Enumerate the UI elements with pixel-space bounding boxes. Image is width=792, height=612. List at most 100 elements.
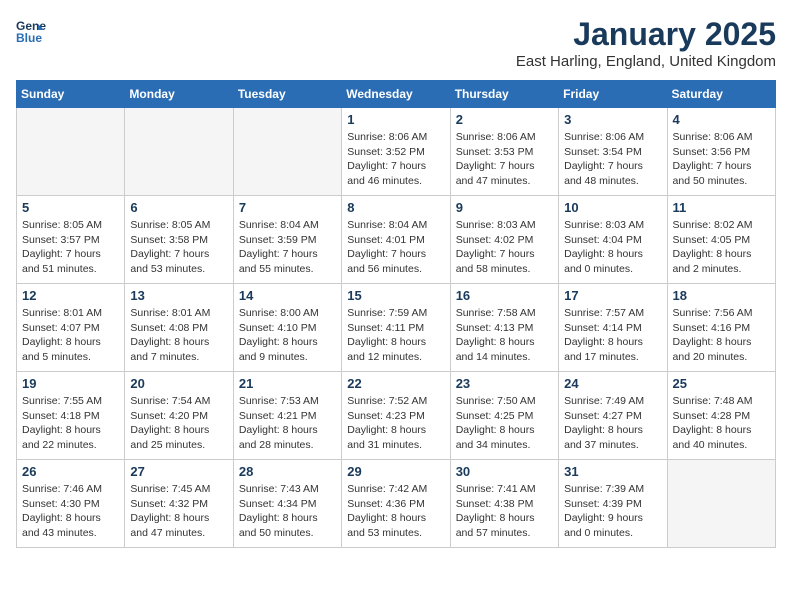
day-number: 18 bbox=[673, 288, 770, 303]
day-info: Sunrise: 8:05 AMSunset: 3:58 PMDaylight:… bbox=[130, 218, 227, 277]
week-row-1: 1 Sunrise: 8:06 AMSunset: 3:52 PMDaylight… bbox=[17, 108, 776, 196]
weekday-header-wednesday: Wednesday bbox=[342, 81, 450, 108]
calendar-cell: 19 Sunrise: 7:55 AMSunset: 4:18 PMDayligh… bbox=[17, 372, 125, 460]
day-number: 12 bbox=[22, 288, 119, 303]
calendar: SundayMondayTuesdayWednesdayThursdayFrid… bbox=[16, 80, 776, 548]
calendar-cell: 18 Sunrise: 7:56 AMSunset: 4:16 PMDayligh… bbox=[667, 284, 775, 372]
day-number: 20 bbox=[130, 376, 227, 391]
day-info: Sunrise: 7:53 AMSunset: 4:21 PMDaylight:… bbox=[239, 394, 336, 453]
calendar-cell: 23Sunrise: 7:50 AMSunset: 4:25 PMDayligh… bbox=[450, 372, 558, 460]
day-info: Sunrise: 7:42 AMSunset: 4:36 PMDaylight:… bbox=[347, 482, 444, 541]
day-info: Sunrise: 7:45 AMSunset: 4:32 PMDaylight:… bbox=[130, 482, 227, 541]
day-info: Sunrise: 8:06 AMSunset: 3:52 PMDaylight:… bbox=[347, 130, 444, 189]
day-info: Sunrise: 8:03 AMSunset: 4:02 PMDaylight:… bbox=[456, 218, 553, 277]
calendar-cell: 6Sunrise: 8:05 AMSunset: 3:58 PMDaylight… bbox=[125, 196, 233, 284]
calendar-cell: 14Sunrise: 8:00 AMSunset: 4:10 PMDayligh… bbox=[233, 284, 341, 372]
day-info: Sunrise: 7:52 AMSunset: 4:23 PMDaylight:… bbox=[347, 394, 444, 453]
day-info: Sunrise: 8:01 AMSunset: 4:08 PMDaylight:… bbox=[130, 306, 227, 365]
day-info: Sunrise: 7:56 AMSunset: 4:16 PMDaylight:… bbox=[673, 306, 770, 365]
day-info: Sunrise: 7:58 AMSunset: 4:13 PMDaylight:… bbox=[456, 306, 553, 365]
week-row-4: 19 Sunrise: 7:55 AMSunset: 4:18 PMDayligh… bbox=[17, 372, 776, 460]
weekday-header-monday: Monday bbox=[125, 81, 233, 108]
calendar-cell: 5 Sunrise: 8:05 AMSunset: 3:57 PMDaylight… bbox=[17, 196, 125, 284]
calendar-cell: 8 Sunrise: 8:04 AMSunset: 4:01 PMDaylight… bbox=[342, 196, 450, 284]
calendar-cell: 12 Sunrise: 8:01 AMSunset: 4:07 PMDayligh… bbox=[17, 284, 125, 372]
calendar-cell: 16 Sunrise: 7:58 AMSunset: 4:13 PMDayligh… bbox=[450, 284, 558, 372]
calendar-cell: 22Sunrise: 7:52 AMSunset: 4:23 PMDayligh… bbox=[342, 372, 450, 460]
calendar-cell: 3 Sunrise: 8:06 AMSunset: 3:54 PMDaylight… bbox=[559, 108, 667, 196]
day-info: Sunrise: 8:02 AMSunset: 4:05 PMDaylight:… bbox=[673, 218, 770, 277]
week-row-5: 26Sunrise: 7:46 AMSunset: 4:30 PMDayligh… bbox=[17, 460, 776, 548]
day-number: 9 bbox=[456, 200, 553, 215]
calendar-cell: 17Sunrise: 7:57 AMSunset: 4:14 PMDayligh… bbox=[559, 284, 667, 372]
day-number: 26 bbox=[22, 464, 119, 479]
day-number: 31 bbox=[564, 464, 661, 479]
week-row-2: 5 Sunrise: 8:05 AMSunset: 3:57 PMDaylight… bbox=[17, 196, 776, 284]
calendar-cell: 25 Sunrise: 7:48 AMSunset: 4:28 PMDayligh… bbox=[667, 372, 775, 460]
day-info: Sunrise: 8:06 AMSunset: 3:54 PMDaylight:… bbox=[564, 130, 661, 189]
day-number: 14 bbox=[239, 288, 336, 303]
weekday-header-row: SundayMondayTuesdayWednesdayThursdayFrid… bbox=[17, 81, 776, 108]
header: General Blue January 2025 East Harling, … bbox=[16, 16, 776, 70]
calendar-cell: 9 Sunrise: 8:03 AMSunset: 4:02 PMDaylight… bbox=[450, 196, 558, 284]
day-info: Sunrise: 8:03 AMSunset: 4:04 PMDaylight:… bbox=[564, 218, 661, 277]
location-title: East Harling, England, United Kingdom bbox=[516, 53, 776, 70]
month-title: January 2025 bbox=[516, 16, 776, 53]
day-info: Sunrise: 7:43 AMSunset: 4:34 PMDaylight:… bbox=[239, 482, 336, 541]
day-number: 27 bbox=[130, 464, 227, 479]
day-info: Sunrise: 8:06 AMSunset: 3:53 PMDaylight:… bbox=[456, 130, 553, 189]
weekday-header-friday: Friday bbox=[559, 81, 667, 108]
calendar-cell bbox=[17, 108, 125, 196]
day-number: 16 bbox=[456, 288, 553, 303]
day-number: 1 bbox=[347, 112, 444, 127]
day-number: 4 bbox=[673, 112, 770, 127]
day-number: 19 bbox=[22, 376, 119, 391]
day-number: 10 bbox=[564, 200, 661, 215]
day-info: Sunrise: 7:55 AMSunset: 4:18 PMDaylight:… bbox=[22, 394, 119, 453]
day-info: Sunrise: 7:59 AMSunset: 4:11 PMDaylight:… bbox=[347, 306, 444, 365]
day-number: 15 bbox=[347, 288, 444, 303]
day-number: 11 bbox=[673, 200, 770, 215]
calendar-cell bbox=[233, 108, 341, 196]
day-number: 2 bbox=[456, 112, 553, 127]
calendar-cell: 10 Sunrise: 8:03 AMSunset: 4:04 PMDayligh… bbox=[559, 196, 667, 284]
week-row-3: 12 Sunrise: 8:01 AMSunset: 4:07 PMDayligh… bbox=[17, 284, 776, 372]
svg-text:Blue: Blue bbox=[16, 31, 42, 45]
day-number: 5 bbox=[22, 200, 119, 215]
day-info: Sunrise: 8:01 AMSunset: 4:07 PMDaylight:… bbox=[22, 306, 119, 365]
logo: General Blue bbox=[16, 16, 46, 46]
day-number: 7 bbox=[239, 200, 336, 215]
day-number: 25 bbox=[673, 376, 770, 391]
weekday-header-tuesday: Tuesday bbox=[233, 81, 341, 108]
calendar-cell: 7Sunrise: 8:04 AMSunset: 3:59 PMDaylight… bbox=[233, 196, 341, 284]
weekday-header-saturday: Saturday bbox=[667, 81, 775, 108]
calendar-cell: 20 Sunrise: 7:54 AMSunset: 4:20 PMDayligh… bbox=[125, 372, 233, 460]
day-info: Sunrise: 7:54 AMSunset: 4:20 PMDaylight:… bbox=[130, 394, 227, 453]
day-info: Sunrise: 7:57 AMSunset: 4:14 PMDaylight:… bbox=[564, 306, 661, 365]
calendar-cell: 27 Sunrise: 7:45 AMSunset: 4:32 PMDayligh… bbox=[125, 460, 233, 548]
day-number: 21 bbox=[239, 376, 336, 391]
day-info: Sunrise: 8:06 AMSunset: 3:56 PMDaylight:… bbox=[673, 130, 770, 189]
calendar-cell: 2 Sunrise: 8:06 AMSunset: 3:53 PMDaylight… bbox=[450, 108, 558, 196]
day-info: Sunrise: 7:41 AMSunset: 4:38 PMDaylight:… bbox=[456, 482, 553, 541]
day-number: 29 bbox=[347, 464, 444, 479]
day-info: Sunrise: 8:04 AMSunset: 4:01 PMDaylight:… bbox=[347, 218, 444, 277]
weekday-header-thursday: Thursday bbox=[450, 81, 558, 108]
calendar-cell: 1 Sunrise: 8:06 AMSunset: 3:52 PMDaylight… bbox=[342, 108, 450, 196]
day-number: 28 bbox=[239, 464, 336, 479]
day-number: 3 bbox=[564, 112, 661, 127]
calendar-cell: 31Sunrise: 7:39 AMSunset: 4:39 PMDayligh… bbox=[559, 460, 667, 548]
logo-icon: General Blue bbox=[16, 16, 46, 46]
calendar-cell: 13 Sunrise: 8:01 AMSunset: 4:08 PMDayligh… bbox=[125, 284, 233, 372]
calendar-cell: 11 Sunrise: 8:02 AMSunset: 4:05 PMDayligh… bbox=[667, 196, 775, 284]
day-number: 30 bbox=[456, 464, 553, 479]
calendar-cell: 24Sunrise: 7:49 AMSunset: 4:27 PMDayligh… bbox=[559, 372, 667, 460]
day-info: Sunrise: 8:05 AMSunset: 3:57 PMDaylight:… bbox=[22, 218, 119, 277]
day-info: Sunrise: 7:48 AMSunset: 4:28 PMDaylight:… bbox=[673, 394, 770, 453]
calendar-cell: 15 Sunrise: 7:59 AMSunset: 4:11 PMDayligh… bbox=[342, 284, 450, 372]
day-number: 13 bbox=[130, 288, 227, 303]
calendar-cell: 28 Sunrise: 7:43 AMSunset: 4:34 PMDayligh… bbox=[233, 460, 341, 548]
calendar-cell: 29 Sunrise: 7:42 AMSunset: 4:36 PMDayligh… bbox=[342, 460, 450, 548]
calendar-cell: 26Sunrise: 7:46 AMSunset: 4:30 PMDayligh… bbox=[17, 460, 125, 548]
day-number: 8 bbox=[347, 200, 444, 215]
